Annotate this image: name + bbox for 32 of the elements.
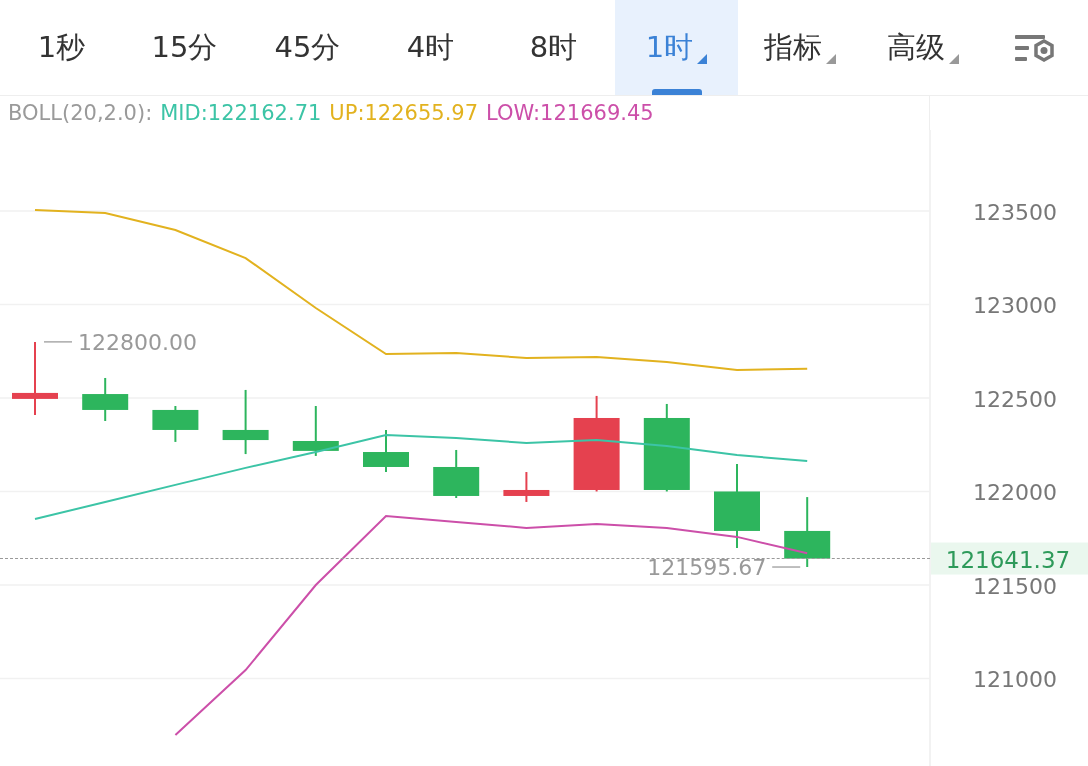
timeframe-tab[interactable]: 1秒 xyxy=(0,0,123,95)
indicator-value: MID:122162.71 xyxy=(160,101,322,125)
candlestick xyxy=(503,471,550,503)
candlestick xyxy=(292,405,339,457)
price-axis-label: 122000 xyxy=(973,480,1057,506)
candlestick xyxy=(152,405,199,443)
candlestick xyxy=(222,388,269,456)
timeframe-tab[interactable]: 4时 xyxy=(369,0,492,95)
timeframe-tab[interactable]: 45分 xyxy=(246,0,369,95)
last-price-label: 121641.37 xyxy=(931,542,1088,575)
indicator-value: LOW:121669.45 xyxy=(486,101,654,125)
timeframe-tab[interactable]: 指标 xyxy=(738,0,861,95)
price-axis-label: 121000 xyxy=(973,667,1057,693)
dropdown-triangle-icon xyxy=(948,53,959,64)
timeframe-tab[interactable]: 8时 xyxy=(492,0,615,95)
price-axis-label: 121500 xyxy=(973,574,1057,599)
price-axis-label: 123500 xyxy=(973,199,1057,225)
dropdown-triangle-icon xyxy=(697,53,708,64)
timeframe-tab[interactable]: 高级 xyxy=(861,0,984,95)
price-axis-label: 122500 xyxy=(973,387,1057,412)
leader-line xyxy=(43,341,73,343)
indicator-label: BOLL(20,2.0): xyxy=(8,101,153,125)
indicator-value: UP:122655.97 xyxy=(329,101,479,125)
dropdown-triangle-icon xyxy=(825,53,836,64)
candlestick xyxy=(433,448,480,499)
leader-line xyxy=(771,566,801,568)
price-axis-label: 123000 xyxy=(973,293,1057,319)
price-marker: 122800.00 xyxy=(78,329,197,355)
price-marker: 121595.67 xyxy=(647,555,767,581)
timeframe-tab[interactable]: 15分 xyxy=(123,0,246,95)
candlestick xyxy=(363,428,409,474)
candlestick xyxy=(82,376,129,422)
